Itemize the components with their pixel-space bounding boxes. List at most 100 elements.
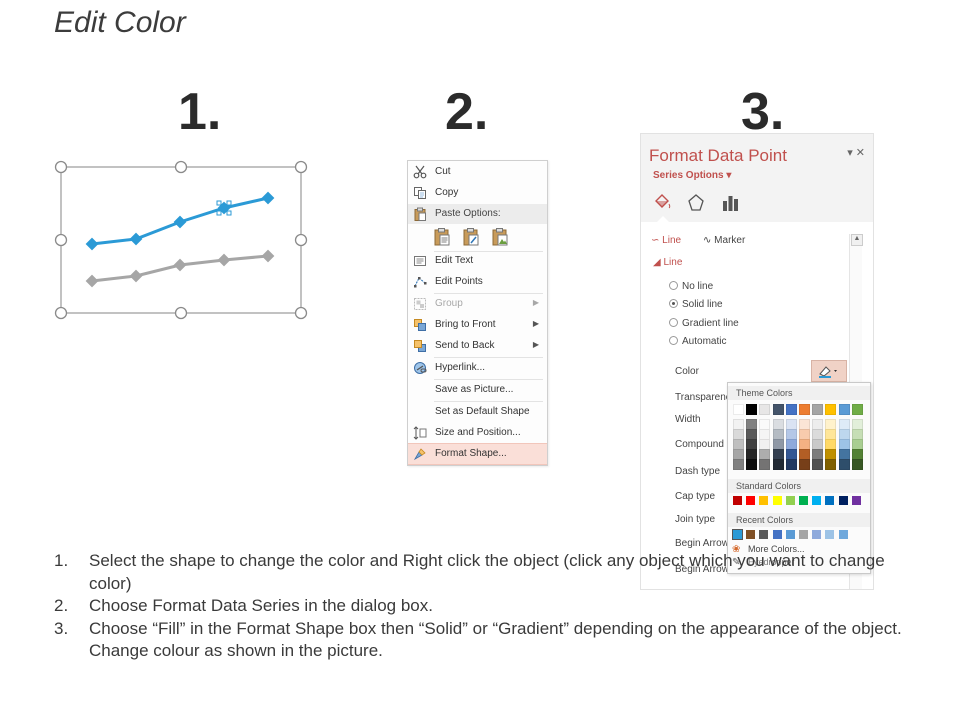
color-swatch[interactable] bbox=[746, 459, 758, 470]
series-options-tab-icon[interactable] bbox=[719, 192, 741, 214]
menu-item-edit-points[interactable]: Edit Points bbox=[408, 272, 547, 292]
standard-color-swatch[interactable] bbox=[785, 496, 795, 505]
scroll-up-icon[interactable]: ▲ bbox=[851, 234, 863, 246]
standard-color-swatch[interactable] bbox=[851, 496, 861, 505]
standard-color-swatch[interactable] bbox=[772, 496, 782, 505]
gray-series-marker[interactable] bbox=[129, 269, 143, 283]
outline-color-button[interactable] bbox=[811, 360, 847, 382]
point-selection-handle[interactable] bbox=[226, 200, 232, 206]
recent-color-swatch[interactable] bbox=[799, 530, 808, 539]
standard-color-swatch[interactable] bbox=[812, 496, 822, 505]
menu-item-label: Group bbox=[435, 298, 463, 309]
series-line-blue[interactable] bbox=[85, 191, 275, 251]
menu-item-cut[interactable]: Cut bbox=[408, 162, 547, 182]
menu-item-group[interactable]: Group ▶ bbox=[408, 294, 547, 314]
standard-color-swatch[interactable] bbox=[838, 496, 848, 505]
radio-gradient-line[interactable]: Gradient line bbox=[669, 318, 739, 329]
paste-merge-icon[interactable] bbox=[461, 227, 481, 247]
color-swatch[interactable] bbox=[772, 404, 784, 415]
blue-series-marker[interactable] bbox=[129, 232, 143, 246]
color-swatch[interactable] bbox=[851, 404, 863, 415]
standard-color-swatch[interactable] bbox=[759, 496, 769, 505]
color-swatch[interactable] bbox=[799, 404, 810, 415]
tab-marker[interactable]: ∿ Marker bbox=[703, 235, 745, 246]
gray-series-marker[interactable] bbox=[261, 249, 275, 263]
gray-series-marker[interactable] bbox=[217, 253, 231, 267]
series-line-gray[interactable] bbox=[85, 249, 275, 288]
menu-item-size-and-position[interactable]: Size and Position... bbox=[408, 423, 547, 443]
recent-color-swatch[interactable] bbox=[746, 530, 756, 539]
menu-item-copy[interactable]: Copy bbox=[408, 183, 547, 203]
menu-item-bring-to-front[interactable]: Bring to Front ▶ bbox=[408, 315, 547, 335]
radio-button[interactable] bbox=[669, 299, 678, 308]
selection-handle bbox=[294, 160, 308, 174]
radio-label: Gradient line bbox=[682, 318, 739, 329]
color-swatch[interactable] bbox=[825, 459, 837, 470]
blue-series-marker[interactable] bbox=[85, 237, 99, 251]
point-selection-handle[interactable] bbox=[216, 210, 222, 216]
color-swatch[interactable] bbox=[772, 459, 784, 470]
submenu-arrow-icon: ▶ bbox=[532, 298, 539, 307]
recent-color-swatch[interactable] bbox=[759, 530, 769, 539]
prop-color-label: Color bbox=[675, 366, 699, 377]
blue-series-marker[interactable] bbox=[261, 191, 275, 205]
recent-color-swatch[interactable] bbox=[732, 529, 743, 540]
radio-button[interactable] bbox=[669, 281, 678, 290]
radio-automatic[interactable]: Automatic bbox=[669, 336, 726, 347]
color-swatch[interactable] bbox=[759, 404, 771, 415]
series-options-dropdown[interactable]: Series Options ▾ bbox=[653, 170, 731, 181]
color-swatch[interactable] bbox=[812, 459, 824, 470]
section-line-header[interactable]: ◢ Line bbox=[653, 257, 682, 268]
recent-color-swatch[interactable] bbox=[825, 530, 835, 539]
menu-item-save-as-picture[interactable]: Save as Picture... bbox=[408, 380, 547, 400]
radio-solid-line[interactable]: Solid line bbox=[669, 299, 723, 310]
recent-color-swatch[interactable] bbox=[812, 530, 822, 539]
pen-color-icon bbox=[819, 366, 837, 378]
color-swatch[interactable] bbox=[851, 459, 863, 470]
color-swatch[interactable] bbox=[838, 404, 850, 415]
recent-color-swatch[interactable] bbox=[785, 530, 795, 539]
fill-line-tab-icon[interactable] bbox=[651, 192, 673, 214]
standard-colors-header: Standard Colors bbox=[728, 479, 870, 493]
color-swatch[interactable] bbox=[759, 459, 771, 470]
effects-tab-icon[interactable] bbox=[685, 192, 707, 214]
color-swatch[interactable] bbox=[785, 404, 797, 415]
standard-color-swatch[interactable] bbox=[799, 496, 808, 505]
gray-series-marker[interactable] bbox=[85, 274, 99, 288]
color-swatch[interactable] bbox=[825, 404, 837, 415]
recent-color-swatch[interactable] bbox=[838, 530, 848, 539]
standard-color-swatch[interactable] bbox=[746, 496, 756, 505]
clipboard-icon bbox=[414, 207, 426, 221]
point-selection-handle[interactable] bbox=[226, 210, 232, 216]
paste-keep-formatting-icon[interactable] bbox=[432, 227, 452, 247]
radio-button[interactable] bbox=[669, 336, 678, 345]
recent-color-swatch[interactable] bbox=[772, 530, 782, 539]
radio-no-line[interactable]: No line bbox=[669, 281, 713, 292]
pane-controls[interactable]: ▾ ✕ bbox=[847, 146, 865, 159]
color-swatch[interactable] bbox=[733, 404, 744, 415]
prop-cap-type-label: Cap type bbox=[675, 491, 716, 502]
tab-line[interactable]: ∽ Line bbox=[651, 235, 681, 246]
paste-picture-icon[interactable] bbox=[490, 227, 510, 247]
menu-item-send-to-back[interactable]: Send to Back ▶ bbox=[408, 336, 547, 356]
color-swatch[interactable] bbox=[838, 459, 850, 470]
menu-item-edit-text[interactable]: Edit Text bbox=[408, 251, 547, 271]
radio-button[interactable] bbox=[669, 318, 678, 327]
color-swatch[interactable] bbox=[733, 459, 744, 470]
standard-color-swatch[interactable] bbox=[825, 496, 835, 505]
blue-series-marker[interactable] bbox=[173, 215, 187, 229]
point-selection-handle[interactable] bbox=[216, 200, 222, 206]
color-swatch[interactable] bbox=[812, 404, 824, 415]
instruction-step-2: 2. Choose Format Data Series in the dialo… bbox=[54, 595, 904, 618]
color-swatch[interactable] bbox=[746, 404, 758, 415]
selected-chart-shape[interactable] bbox=[54, 160, 310, 322]
theme-colors-header: Theme Colors bbox=[728, 386, 870, 400]
color-swatch[interactable] bbox=[799, 459, 810, 470]
menu-item-format-shape[interactable]: Format Shape... bbox=[408, 443, 547, 465]
gray-series-marker[interactable] bbox=[173, 258, 187, 272]
instruction-step-1: 1. Select the shape to change the color a… bbox=[54, 550, 904, 595]
menu-item-hyperlink[interactable]: Hyperlink... bbox=[408, 358, 547, 378]
menu-item-set-default-shape[interactable]: Set as Default Shape bbox=[408, 402, 547, 422]
standard-color-swatch[interactable] bbox=[733, 496, 742, 505]
color-swatch[interactable] bbox=[785, 459, 797, 470]
